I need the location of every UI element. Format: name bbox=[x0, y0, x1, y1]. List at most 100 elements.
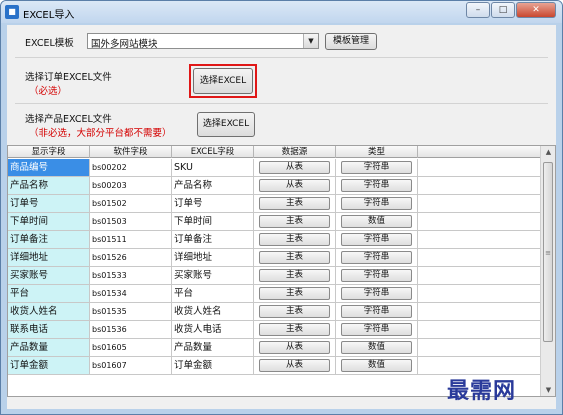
data-source-button[interactable]: 主表 bbox=[259, 197, 330, 210]
order-file-required-note: （必选） bbox=[29, 86, 68, 97]
chevron-down-icon[interactable]: ▼ bbox=[303, 34, 318, 48]
empty-cell bbox=[418, 159, 540, 176]
display-field-cell[interactable]: 订单号 bbox=[8, 195, 90, 212]
excel-field-cell[interactable]: 详细地址 bbox=[172, 249, 254, 266]
column-header-excel[interactable]: EXCEL字段 bbox=[172, 146, 254, 158]
scrollbar-thumb[interactable]: ≡ bbox=[543, 162, 553, 342]
excel-field-cell[interactable]: 买家账号 bbox=[172, 267, 254, 284]
data-source-button[interactable]: 主表 bbox=[259, 251, 330, 264]
table-row[interactable]: 详细地址 bs01526 详细地址 主表 字符串 bbox=[8, 249, 540, 267]
table-row[interactable]: 收货人姓名 bs01535 收货人姓名 主表 字符串 bbox=[8, 303, 540, 321]
data-source-cell: 主表 bbox=[254, 213, 336, 230]
product-file-label: 选择产品EXCEL文件 bbox=[25, 114, 112, 125]
excel-field-cell[interactable]: 收货人电话 bbox=[172, 321, 254, 338]
display-field-cell[interactable]: 订单备注 bbox=[8, 231, 90, 248]
maximize-button[interactable]: □ bbox=[491, 2, 515, 18]
data-source-button[interactable]: 主表 bbox=[259, 323, 330, 336]
type-button[interactable]: 字符串 bbox=[341, 197, 412, 210]
display-field-cell[interactable]: 产品名称 bbox=[8, 177, 90, 194]
display-field-cell[interactable]: 商品编号 bbox=[8, 159, 90, 176]
type-button[interactable]: 字符串 bbox=[341, 323, 412, 336]
table-row[interactable]: 平台 bs01534 平台 主表 字符串 bbox=[8, 285, 540, 303]
software-field-cell[interactable]: bs01534 bbox=[90, 285, 172, 302]
software-field-cell[interactable]: bs01605 bbox=[90, 339, 172, 356]
excel-field-cell[interactable]: 收货人姓名 bbox=[172, 303, 254, 320]
data-source-button[interactable]: 主表 bbox=[259, 269, 330, 282]
excel-import-window: ■ EXCEL导入 – □ ✕ EXCEL模板 国外多网站模块 ▼ 模板管理 选… bbox=[0, 0, 563, 415]
type-button[interactable]: 字符串 bbox=[341, 179, 412, 192]
type-button[interactable]: 字符串 bbox=[341, 161, 412, 174]
data-source-button[interactable]: 从表 bbox=[259, 359, 330, 372]
table-row[interactable]: 产品名称 bs00203 产品名称 从表 字符串 bbox=[8, 177, 540, 195]
excel-field-cell[interactable]: 产品名称 bbox=[172, 177, 254, 194]
data-source-cell: 主表 bbox=[254, 267, 336, 284]
software-field-cell[interactable]: bs01526 bbox=[90, 249, 172, 266]
table-row[interactable]: 联系电话 bs01536 收货人电话 主表 字符串 bbox=[8, 321, 540, 339]
title-bar[interactable]: ■ EXCEL导入 – □ ✕ bbox=[1, 1, 562, 23]
scroll-down-icon[interactable]: ▼ bbox=[541, 384, 555, 396]
table-row[interactable]: 订单号 bs01502 订单号 主表 字符串 bbox=[8, 195, 540, 213]
software-field-cell[interactable]: bs00203 bbox=[90, 177, 172, 194]
software-field-cell[interactable]: bs01533 bbox=[90, 267, 172, 284]
empty-cell bbox=[418, 249, 540, 266]
display-field-cell[interactable]: 下单时间 bbox=[8, 213, 90, 230]
display-field-cell[interactable]: 买家账号 bbox=[8, 267, 90, 284]
data-source-button[interactable]: 主表 bbox=[259, 305, 330, 318]
type-button[interactable]: 数值 bbox=[341, 215, 412, 228]
data-source-button[interactable]: 从表 bbox=[259, 161, 330, 174]
column-header-soft[interactable]: 软件字段 bbox=[90, 146, 172, 158]
data-source-button[interactable]: 从表 bbox=[259, 341, 330, 354]
display-field-cell[interactable]: 订单金额 bbox=[8, 357, 90, 374]
product-select-excel-button[interactable]: 选择EXCEL bbox=[197, 112, 255, 137]
software-field-cell[interactable]: bs01511 bbox=[90, 231, 172, 248]
table-row[interactable]: 商品编号 bs00202 SKU 从表 字符串 bbox=[8, 159, 540, 177]
data-source-button[interactable]: 从表 bbox=[259, 179, 330, 192]
software-field-cell[interactable]: bs01503 bbox=[90, 213, 172, 230]
minimize-button[interactable]: – bbox=[466, 2, 490, 18]
close-button[interactable]: ✕ bbox=[516, 2, 556, 18]
display-field-cell[interactable]: 产品数量 bbox=[8, 339, 90, 356]
display-field-cell[interactable]: 联系电话 bbox=[8, 321, 90, 338]
column-header-source[interactable]: 数据源 bbox=[254, 146, 336, 158]
excel-field-cell[interactable]: 下单时间 bbox=[172, 213, 254, 230]
type-button[interactable]: 字符串 bbox=[341, 233, 412, 246]
type-button[interactable]: 字符串 bbox=[341, 251, 412, 264]
field-mapping-grid[interactable]: 显示字段 软件字段 EXCEL字段 数据源 类型 商品编号 bs00202 SKU 从… bbox=[7, 145, 556, 397]
table-row[interactable]: 下单时间 bs01503 下单时间 主表 数值 bbox=[8, 213, 540, 231]
type-button[interactable]: 数值 bbox=[341, 359, 412, 372]
data-source-button[interactable]: 主表 bbox=[259, 287, 330, 300]
type-cell: 字符串 bbox=[336, 303, 418, 320]
template-dropdown[interactable]: 国外多网站模块 ▼ bbox=[87, 33, 319, 50]
software-field-cell[interactable]: bs01536 bbox=[90, 321, 172, 338]
software-field-cell[interactable]: bs01607 bbox=[90, 357, 172, 374]
vertical-scrollbar[interactable]: ▲ ≡ ▼ bbox=[540, 146, 555, 396]
empty-cell bbox=[418, 267, 540, 284]
type-button[interactable]: 字符串 bbox=[341, 269, 412, 282]
table-row[interactable]: 订单备注 bs01511 订单备注 主表 字符串 bbox=[8, 231, 540, 249]
excel-field-cell[interactable]: 订单金额 bbox=[172, 357, 254, 374]
type-button[interactable]: 字符串 bbox=[341, 287, 412, 300]
table-row[interactable]: 买家账号 bs01533 买家账号 主表 字符串 bbox=[8, 267, 540, 285]
column-header-display[interactable]: 显示字段 bbox=[8, 146, 90, 158]
data-source-button[interactable]: 主表 bbox=[259, 233, 330, 246]
template-manage-button[interactable]: 模板管理 bbox=[325, 33, 377, 50]
data-source-button[interactable]: 主表 bbox=[259, 215, 330, 228]
display-field-cell[interactable]: 平台 bbox=[8, 285, 90, 302]
scroll-up-icon[interactable]: ▲ bbox=[541, 146, 555, 158]
table-row[interactable]: 产品数量 bs01605 产品数量 从表 数值 bbox=[8, 339, 540, 357]
software-field-cell[interactable]: bs01535 bbox=[90, 303, 172, 320]
software-field-cell[interactable]: bs01502 bbox=[90, 195, 172, 212]
order-select-excel-button[interactable]: 选择EXCEL bbox=[193, 68, 253, 94]
excel-field-cell[interactable]: 产品数量 bbox=[172, 339, 254, 356]
excel-field-cell[interactable]: SKU bbox=[172, 159, 254, 176]
type-button[interactable]: 数值 bbox=[341, 341, 412, 354]
display-field-cell[interactable]: 收货人姓名 bbox=[8, 303, 90, 320]
excel-field-cell[interactable]: 平台 bbox=[172, 285, 254, 302]
excel-field-cell[interactable]: 订单备注 bbox=[172, 231, 254, 248]
software-field-cell[interactable]: bs00202 bbox=[90, 159, 172, 176]
empty-cell bbox=[418, 177, 540, 194]
column-header-type[interactable]: 类型 bbox=[336, 146, 418, 158]
excel-field-cell[interactable]: 订单号 bbox=[172, 195, 254, 212]
type-button[interactable]: 字符串 bbox=[341, 305, 412, 318]
display-field-cell[interactable]: 详细地址 bbox=[8, 249, 90, 266]
